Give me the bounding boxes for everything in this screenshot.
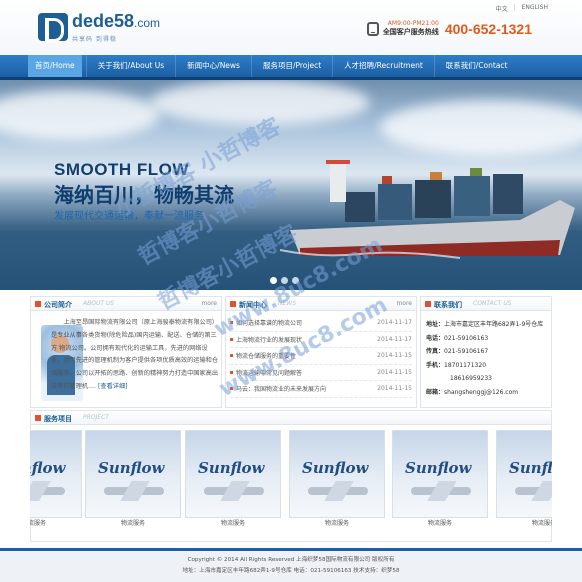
- news-item[interactable]: 上海物流行业的发展现状 2014-11-17: [230, 332, 412, 348]
- logo-d-icon: [38, 13, 68, 42]
- banner-subtitle: 发展现代交通运输，奉献一流服务: [54, 211, 204, 222]
- bullet-icon: [230, 354, 233, 358]
- contact-title: 联系我们: [434, 301, 462, 309]
- service-card[interactable]: Sunflow 物流服务: [85, 430, 181, 530]
- slider-pagination: [270, 277, 299, 284]
- contact-subtitle: CONTACT US: [473, 300, 512, 307]
- hotline-block: AM9:00-PM21:00 全国客户服务热线 400-652-1321: [366, 20, 532, 37]
- nav-divider: [433, 55, 435, 77]
- about-subtitle: ABOUT US: [83, 300, 115, 307]
- about-body: 上海至昂国际物流有限公司（原上海骏泰物流有限公司）是专业从事各类货物(除危险品)…: [51, 319, 219, 390]
- contact-address: 地址：上海市嘉定区丰年路682弄1-9号仓库: [426, 321, 544, 328]
- service-image: Sunflow: [185, 430, 281, 518]
- service-image: Sunflow: [392, 430, 488, 518]
- airplane-icon: [308, 487, 368, 495]
- hotline-label: 全国客户服务热线: [382, 28, 439, 36]
- news-subtitle: NEWS: [278, 300, 297, 307]
- services-carousel: Sunflow 物流服务 Sunflow 物流服务 Sunflow 物流服务 S…: [30, 430, 552, 530]
- news-title: 新闻中心: [239, 301, 267, 309]
- section-flag-icon: [35, 301, 41, 307]
- airplane-icon: [30, 487, 65, 495]
- logo-slogan: 共享码 到得稳: [72, 35, 117, 43]
- nav-home[interactable]: 首页/Home: [28, 55, 82, 77]
- contact-section: 联系我们 CONTACT US 地址：上海市嘉定区丰年路682弄1-9号仓库 电…: [420, 296, 552, 408]
- section-flag-icon: [230, 301, 236, 307]
- service-card[interactable]: Sunflow 物流服务: [496, 430, 552, 530]
- service-card[interactable]: Sunflow 物流服务: [185, 430, 281, 530]
- hero-banner[interactable]: SMOOTH FLOW 海纳百川，物畅其流 发展现代交通运输，奉献一流服务: [0, 80, 582, 290]
- language-switcher: 中文 | ENGLISH: [496, 4, 548, 13]
- service-card[interactable]: Sunflow 物流服务: [289, 430, 385, 530]
- service-hours: AM9:00-PM21:00: [387, 20, 439, 27]
- banner-title-cn: 海纳百川，物畅其流: [54, 183, 234, 207]
- slider-dot[interactable]: [281, 277, 288, 284]
- contact-email: 邮箱：shangshenggj@126.com: [426, 388, 519, 396]
- about-text: 上海至昂国际物流有限公司（原上海骏泰物流有限公司）是专业从事各类货物(除危险品)…: [51, 317, 219, 394]
- nav-divider: [175, 55, 177, 77]
- lang-chinese-link[interactable]: 中文: [496, 4, 508, 13]
- news-list: 如何选择靠谱的物流公司 2014-11-17 上海物流行业的发展现状 2014-11…: [226, 311, 416, 398]
- lang-separator: |: [513, 4, 516, 11]
- service-image: Sunflow: [496, 430, 552, 518]
- main-nav: 首页/Home 关于我们/About Us 新闻中心/News 服务项目/Pro…: [0, 55, 582, 77]
- site-footer: Copyright © 2014 All Rights Reserved 上海织…: [0, 548, 582, 582]
- contact-fax: 传真：021-59106167: [426, 348, 489, 356]
- hotline-number: 400-652-1321: [444, 20, 532, 37]
- lang-english-link[interactable]: ENGLISH: [522, 4, 548, 13]
- site-header: dede58.com 共享码 到得稳 中文 | ENGLISH AM9:00-P…: [0, 0, 582, 55]
- about-read-more-link[interactable]: [查看详细]: [98, 383, 128, 390]
- logo-name: dede58: [72, 10, 135, 31]
- news-more-link[interactable]: more: [396, 300, 412, 307]
- service-image: Sunflow: [289, 430, 385, 518]
- site-logo[interactable]: dede58.com 共享码 到得稳: [38, 10, 161, 43]
- news-section: 新闻中心 NEWS more 如何选择靠谱的物流公司 2014-11-17 上海物…: [225, 296, 417, 408]
- nav-news[interactable]: 新闻中心/News: [180, 55, 247, 77]
- section-flag-icon: [425, 301, 431, 307]
- nav-divider: [85, 55, 87, 77]
- bullet-icon: [230, 370, 233, 374]
- news-item[interactable]: 物流运输中常见问题解答 2014-11-15: [230, 365, 412, 381]
- phone-icon: [366, 21, 379, 36]
- contact-phone: 电话：021-59106163: [426, 334, 489, 342]
- bullet-icon: [230, 337, 233, 341]
- airplane-icon: [204, 487, 264, 495]
- airplane-icon: [515, 487, 552, 495]
- nav-divider: [332, 55, 334, 77]
- nav-recruitment[interactable]: 人才招聘/Recruitment: [337, 55, 430, 77]
- service-card[interactable]: Sunflow 物流服务: [30, 430, 82, 530]
- nav-contact[interactable]: 联系我们/Contact: [439, 55, 515, 77]
- slider-dot[interactable]: [270, 277, 277, 284]
- bullet-icon: [230, 387, 233, 391]
- news-item[interactable]: 如何选择靠谱的物流公司 2014-11-17: [230, 315, 412, 332]
- footer-copyright: Copyright © 2014 All Rights Reserved 上海织…: [187, 557, 395, 563]
- airplane-icon: [411, 487, 471, 495]
- news-item[interactable]: 马云：我国物流业的未来发展方向 2014-11-15: [230, 381, 412, 398]
- about-title: 公司简介: [44, 301, 72, 309]
- service-card[interactable]: Sunflow 物流服务: [392, 430, 488, 530]
- nav-divider: [250, 55, 252, 77]
- nav-about[interactable]: 关于我们/About Us: [91, 55, 171, 77]
- news-item[interactable]: 物流仓储服务的重要性 2014-11-15: [230, 348, 412, 365]
- slider-dot[interactable]: [292, 277, 299, 284]
- about-more-link[interactable]: more: [201, 300, 217, 307]
- service-image: Sunflow: [30, 430, 82, 518]
- banner-title-en: SMOOTH FLOW: [54, 160, 189, 179]
- service-image: Sunflow: [85, 430, 181, 518]
- contact-details: 地址：上海市嘉定区丰年路682弄1-9号仓库 电话：021-59106163 传…: [421, 311, 551, 400]
- services-title: 服务项目: [44, 415, 72, 423]
- contact-mobile: 手机：18701171320: [426, 361, 487, 369]
- nav-project[interactable]: 服务项目/Project: [256, 55, 328, 77]
- logo-domain: .com: [134, 15, 161, 30]
- airplane-icon: [104, 487, 164, 495]
- section-flag-icon: [35, 415, 41, 421]
- contact-mobile-2: 18616959233: [450, 375, 492, 383]
- services-subtitle: PROJECT: [83, 414, 109, 421]
- bullet-icon: [230, 321, 233, 325]
- about-section: 公司简介 ABOUT US more 上海至昂国际物流有限公司（原上海骏泰物流有…: [30, 296, 222, 408]
- footer-address: 地址：上海市嘉定区丰年路682弄1-9号仓库 电话：021-59106163 技…: [182, 568, 400, 574]
